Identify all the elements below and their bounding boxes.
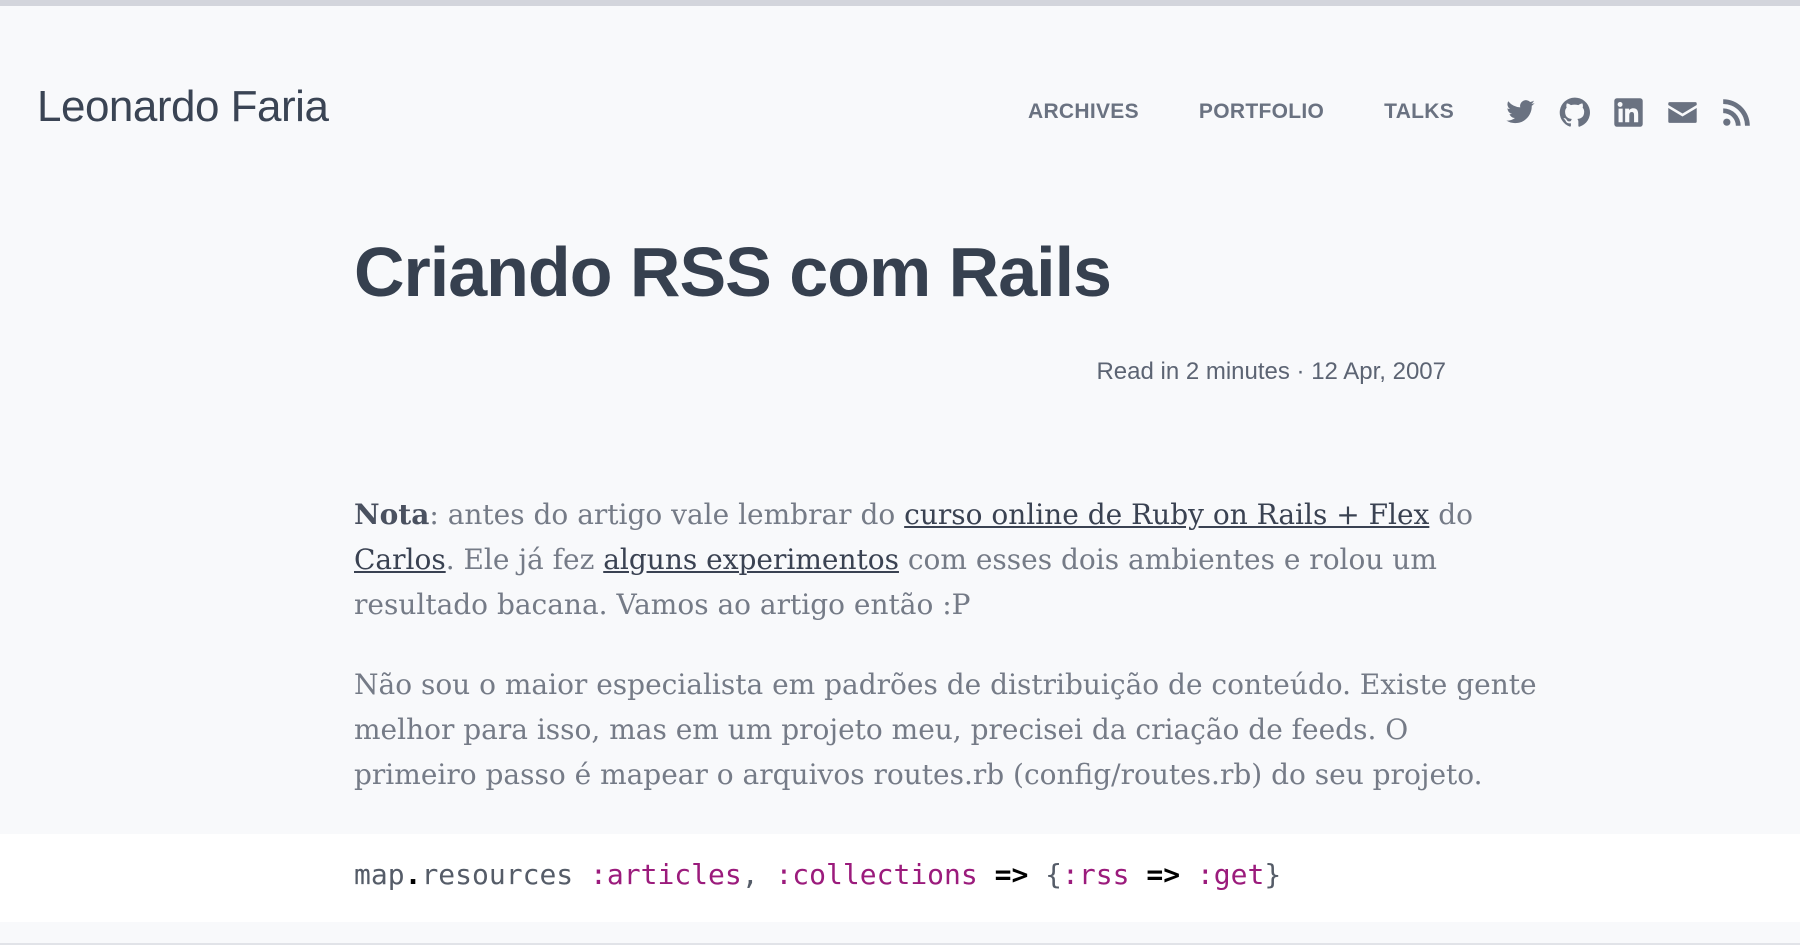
rss-icon[interactable] xyxy=(1721,97,1752,128)
text-line: melhor para isso, mas em um projeto meu,… xyxy=(354,713,1409,746)
code-block: map.resources :articles, :collections =>… xyxy=(0,834,1800,922)
text-span: com esses dois ambientes e rolou um xyxy=(898,543,1437,576)
site-title-link[interactable]: Leonardo Faria xyxy=(37,82,329,132)
email-icon[interactable] xyxy=(1667,97,1698,128)
code-token: resources xyxy=(421,858,591,891)
linkedin-icon[interactable] xyxy=(1613,97,1644,128)
github-icon[interactable] xyxy=(1559,97,1590,128)
nav-talks-link[interactable]: TALKS xyxy=(1384,100,1454,124)
code-token: :get xyxy=(1196,858,1265,891)
code-token: { xyxy=(1028,858,1063,891)
text-span: resultado bacana. Vamos ao artigo então … xyxy=(354,588,971,621)
text-line: Não sou o maior especialista em padrões … xyxy=(354,668,1537,701)
nav-archives-link[interactable]: ARCHIVES xyxy=(1028,100,1139,124)
main-nav: ARCHIVES PORTFOLIO TALKS xyxy=(1028,94,1454,130)
note-paragraph: Nota: antes do artigo vale lembrar do cu… xyxy=(354,492,1473,627)
text-span: : antes do artigo vale lembrar do xyxy=(429,498,905,531)
social-links xyxy=(1505,94,1752,130)
course-link[interactable]: curso online de Ruby on Rails + Flex xyxy=(904,498,1429,531)
code-token: => xyxy=(994,858,1029,891)
code-token: :collections xyxy=(775,858,978,891)
post-body: Nota: antes do artigo vale lembrar do cu… xyxy=(354,492,1537,832)
text-span: . Ele já fez xyxy=(445,543,604,576)
nav-portfolio-link[interactable]: PORTFOLIO xyxy=(1199,100,1324,124)
code-token: :articles xyxy=(590,858,742,891)
twitter-icon[interactable] xyxy=(1505,97,1536,128)
code-token: map xyxy=(354,858,405,891)
experiments-link[interactable]: alguns experimentos xyxy=(603,543,899,576)
post-title: Criando RSS com Rails xyxy=(354,233,1112,311)
site-header: Leonardo Faria ARCHIVES PORTFOLIO TALKS xyxy=(0,6,1800,206)
post-meta: Read in 2 minutes · 12 Apr, 2007 xyxy=(1096,358,1446,385)
code-token: . xyxy=(404,858,422,891)
intro-paragraph: Não sou o maior especialista em padrões … xyxy=(354,662,1537,797)
carlos-link[interactable]: Carlos xyxy=(354,543,446,576)
code-line: map.resources :articles, :collections =>… xyxy=(354,858,1281,891)
code-token: , xyxy=(741,858,776,891)
code-token: } xyxy=(1264,858,1282,891)
text-line: primeiro passo é mapear o arquivos route… xyxy=(354,758,1483,791)
code-token: => xyxy=(1146,858,1181,891)
code-token: :rss xyxy=(1062,858,1130,891)
note-label: Nota xyxy=(354,498,430,531)
text-span: do xyxy=(1429,498,1474,531)
